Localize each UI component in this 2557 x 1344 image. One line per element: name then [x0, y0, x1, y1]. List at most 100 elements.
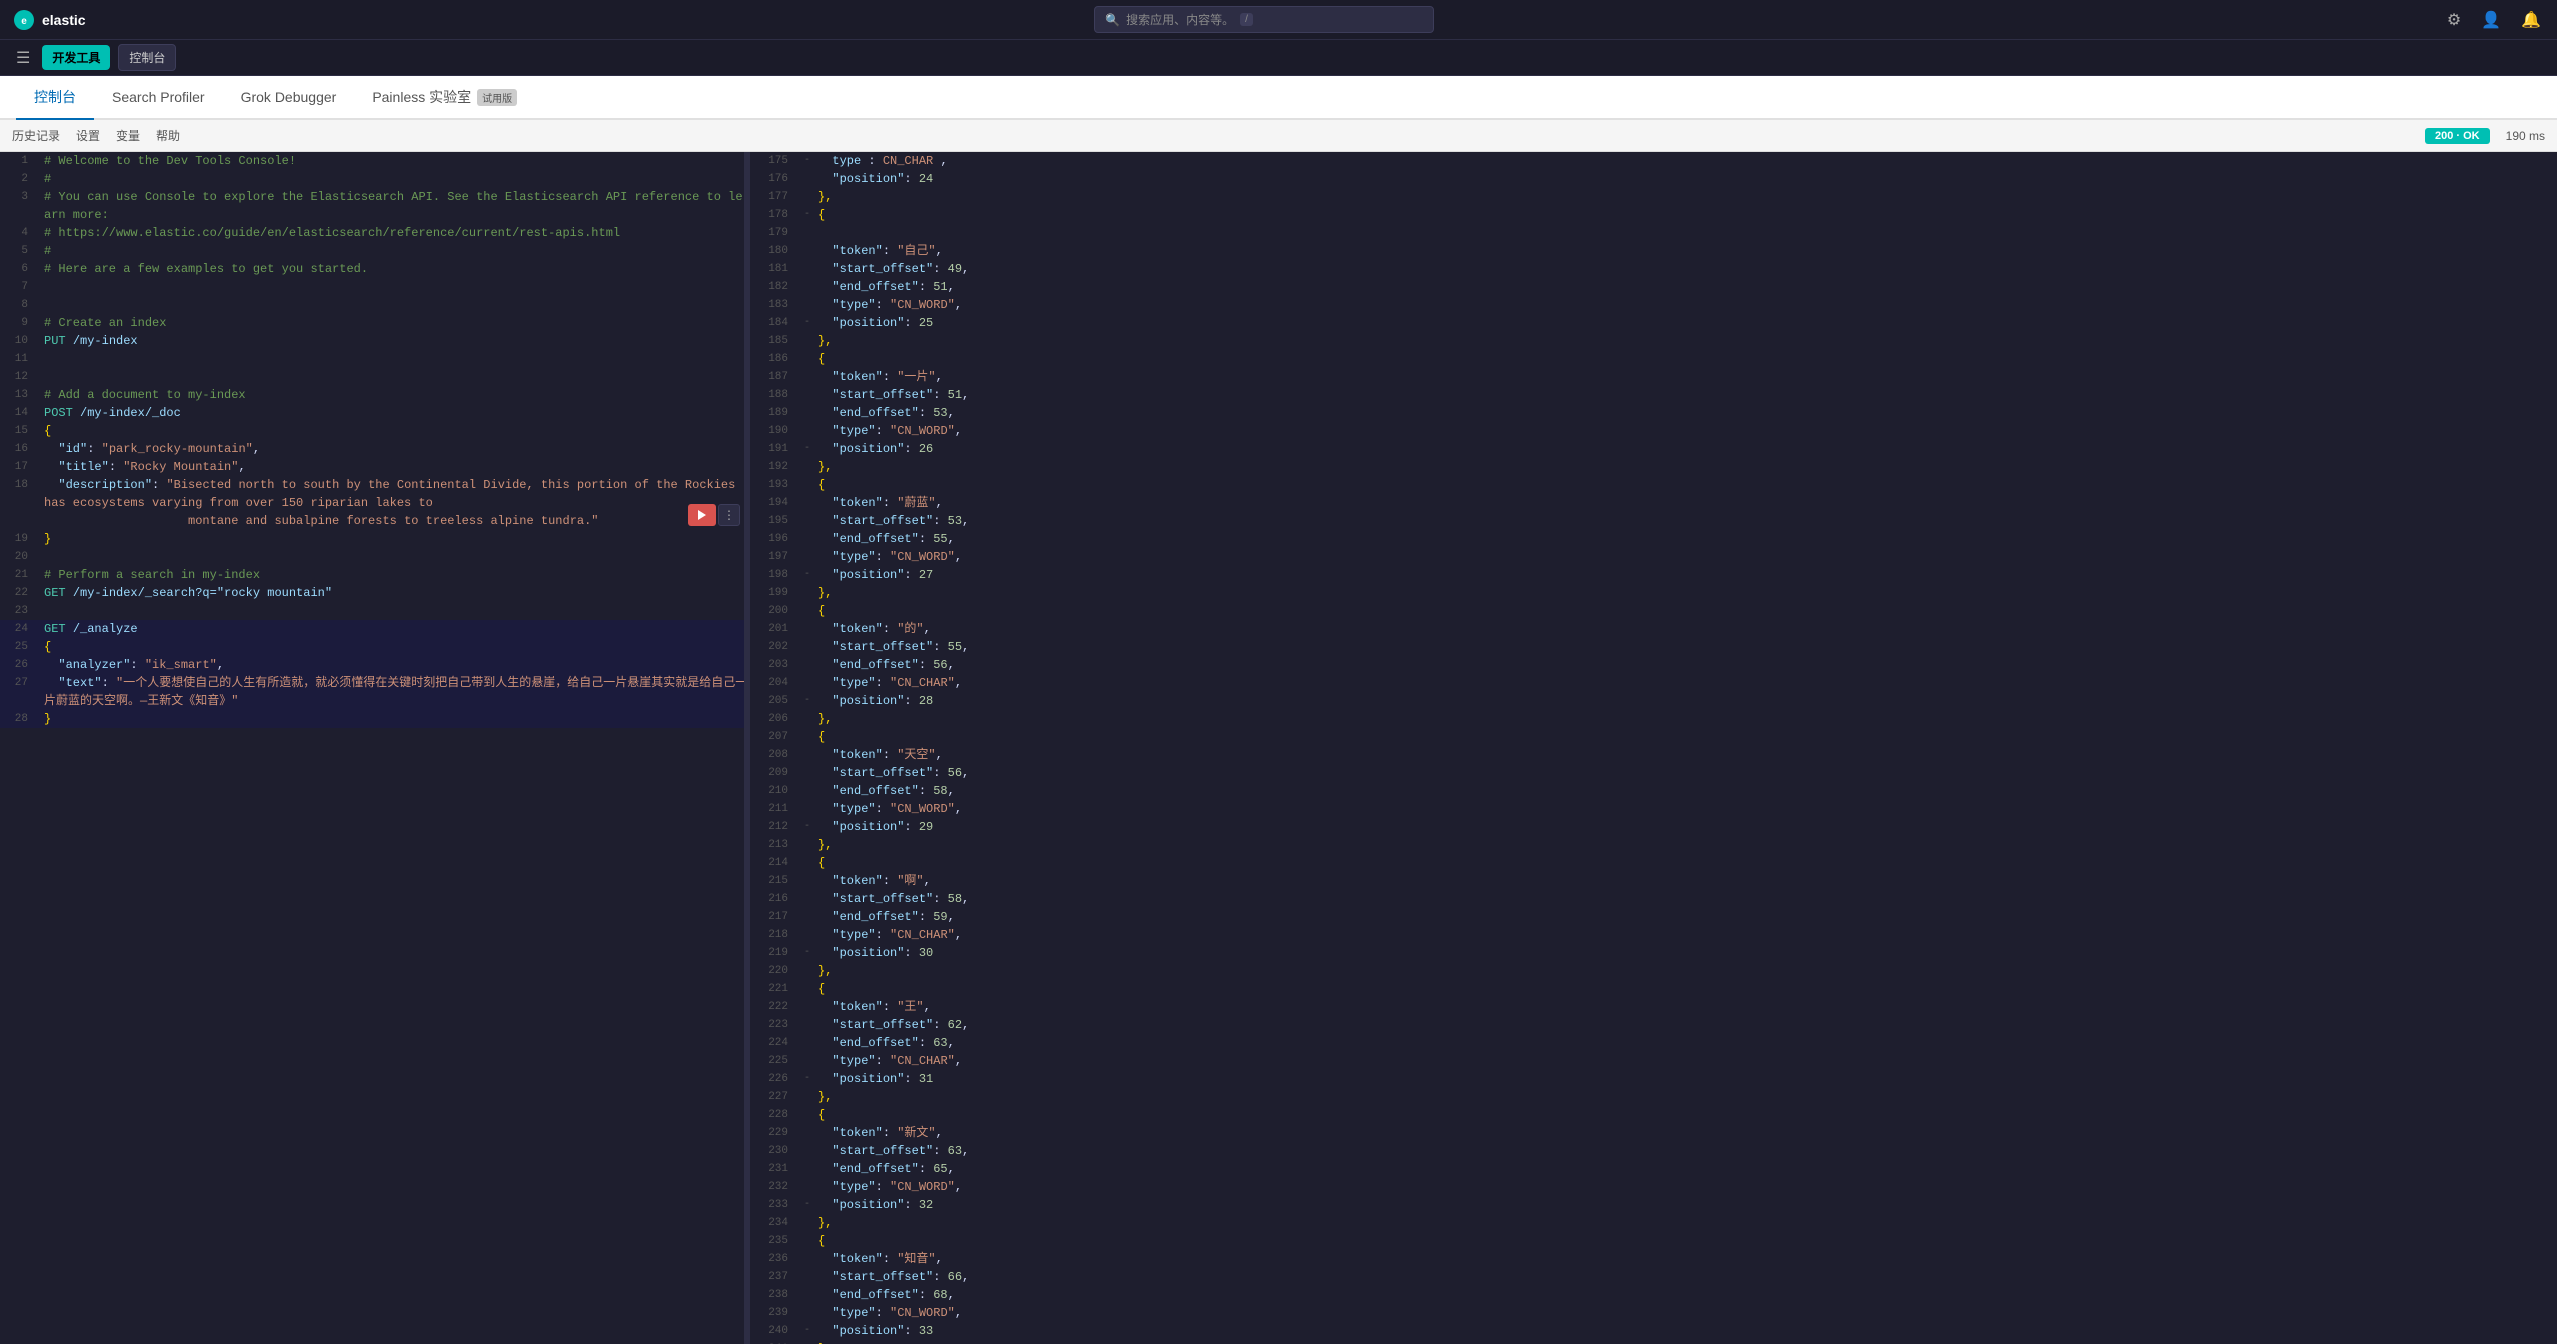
line-num: 20 [0, 548, 40, 566]
response-panel[interactable]: 175 - type : CN_CHAR , 176 "position": 2… [750, 152, 2557, 1344]
resp-line-num: 178 [750, 206, 800, 224]
user-button[interactable]: 👤 [2477, 6, 2505, 34]
resp-fold[interactable]: - [800, 314, 814, 332]
line-content: # Here are a few examples to get you sta… [40, 260, 748, 278]
resp-line-num: 234 [750, 1214, 800, 1232]
resp-content: "type": "CN_WORD", [814, 296, 2557, 314]
response-line: 212 - "position": 29 [750, 818, 2557, 836]
code-line: 13 # Add a document to my-index [0, 386, 748, 404]
resp-fold[interactable]: - [800, 566, 814, 584]
resp-content: { [814, 854, 2557, 872]
resp-fold[interactable]: - [800, 152, 814, 170]
tab-grok-debugger[interactable]: Grok Debugger [223, 76, 355, 120]
play-icon [698, 510, 706, 520]
response-line: 205 - "position": 28 [750, 692, 2557, 710]
code-editor[interactable]: 1 # Welcome to the Dev Tools Console! 2 … [0, 152, 748, 1344]
response-line: 238 "end_offset": 68, [750, 1286, 2557, 1304]
code-line: 5 # [0, 242, 748, 260]
response-line: 236 "token": "知音", [750, 1250, 2557, 1268]
line-num: 5 [0, 242, 40, 260]
resp-line-num: 205 [750, 692, 800, 710]
resp-line-num: 181 [750, 260, 800, 278]
tab-bar: 控制台 Search Profiler Grok Debugger Painle… [0, 76, 2557, 120]
resp-content: "type": "CN_WORD", [814, 800, 2557, 818]
resp-line-num: 201 [750, 620, 800, 638]
resp-line-num: 230 [750, 1142, 800, 1160]
resp-line-num: 183 [750, 296, 800, 314]
variables-item[interactable]: 变量 [116, 123, 140, 148]
line-content: "id": "park_rocky-mountain", [40, 440, 748, 458]
resize-handle[interactable] [744, 152, 748, 1344]
response-line: 195 "start_offset": 53, [750, 512, 2557, 530]
resp-content: "end_offset": 68, [814, 1286, 2557, 1304]
resp-line-num: 218 [750, 926, 800, 944]
resp-content: "end_offset": 65, [814, 1160, 2557, 1178]
console-button[interactable]: 控制台 [118, 44, 176, 71]
history-item[interactable]: 历史记录 [12, 123, 60, 148]
response-line: 208 "token": "天空", [750, 746, 2557, 764]
resp-content: }, [814, 188, 2557, 206]
search-bar[interactable]: 🔍 搜索应用、内容等。 / [1094, 6, 1434, 33]
painless-lab-badge: 试用版 [477, 89, 517, 106]
resp-line-num: 220 [750, 962, 800, 980]
response-line: 189 "end_offset": 53, [750, 404, 2557, 422]
response-line: 202 "start_offset": 55, [750, 638, 2557, 656]
hamburger-button[interactable]: ☰ [12, 44, 34, 72]
line-content: "analyzer": "ik_smart", [40, 656, 748, 674]
dev-tools-button[interactable]: 开发工具 [42, 45, 110, 70]
resp-line-num: 216 [750, 890, 800, 908]
resp-content: "end_offset": 63, [814, 1034, 2557, 1052]
response-line: 176 "position": 24 [750, 170, 2557, 188]
code-line: 3 # You can use Console to explore the E… [0, 188, 748, 224]
resp-content: "start_offset": 58, [814, 890, 2557, 908]
tab-search-profiler[interactable]: Search Profiler [94, 76, 223, 120]
painless-lab-label: Painless 实验室 [372, 87, 471, 107]
tab-console[interactable]: 控制台 [16, 76, 94, 120]
response-line: 215 "token": "啊", [750, 872, 2557, 890]
resp-fold[interactable]: - [800, 944, 814, 962]
response-line: 209 "start_offset": 56, [750, 764, 2557, 782]
resp-fold[interactable]: - [800, 1070, 814, 1088]
response-line: 193 { [750, 476, 2557, 494]
code-line: 1 # Welcome to the Dev Tools Console! [0, 152, 748, 170]
elastic-logo[interactable]: e elastic [12, 8, 86, 32]
time-badge: 190 ms [2506, 129, 2545, 143]
resp-fold[interactable]: - [800, 818, 814, 836]
resp-line-num: 182 [750, 278, 800, 296]
resp-line-num: 217 [750, 908, 800, 926]
resp-line-num: 208 [750, 746, 800, 764]
settings-button[interactable]: ⚙ [2443, 6, 2465, 34]
response-line: 241 }, [750, 1340, 2557, 1344]
response-line: 198 - "position": 27 [750, 566, 2557, 584]
resp-line-num: 190 [750, 422, 800, 440]
tab-painless-lab[interactable]: Painless 实验室 试用版 [354, 76, 535, 120]
line-content: } [40, 710, 748, 728]
line-num: 4 [0, 224, 40, 242]
response-line: 200 { [750, 602, 2557, 620]
resp-fold[interactable]: - [800, 206, 814, 224]
resp-line-num: 194 [750, 494, 800, 512]
resp-line-num: 210 [750, 782, 800, 800]
resp-fold[interactable]: - [800, 692, 814, 710]
resp-line-num: 206 [750, 710, 800, 728]
settings-item[interactable]: 设置 [76, 123, 100, 148]
more-button[interactable]: ⋮ [718, 504, 740, 526]
resp-content: { [814, 980, 2557, 998]
help-item[interactable]: 帮助 [156, 123, 180, 148]
resp-line-num: 229 [750, 1124, 800, 1142]
resp-content: { [814, 350, 2557, 368]
response-line: 229 "token": "新文", [750, 1124, 2557, 1142]
resp-line-num: 232 [750, 1178, 800, 1196]
resp-fold[interactable]: - [800, 1322, 814, 1340]
resp-fold[interactable]: - [800, 440, 814, 458]
resp-content: { [814, 1232, 2557, 1250]
notification-button[interactable]: 🔔 [2517, 6, 2545, 34]
resp-line-num: 237 [750, 1268, 800, 1286]
run-button[interactable] [688, 504, 716, 526]
response-line: 228 { [750, 1106, 2557, 1124]
resp-content: "end_offset": 58, [814, 782, 2557, 800]
line-content: "description": "Bisected north to south … [40, 476, 748, 512]
resp-fold[interactable]: - [800, 1196, 814, 1214]
line-num: 16 [0, 440, 40, 458]
top-bar-left: e elastic [12, 8, 86, 32]
